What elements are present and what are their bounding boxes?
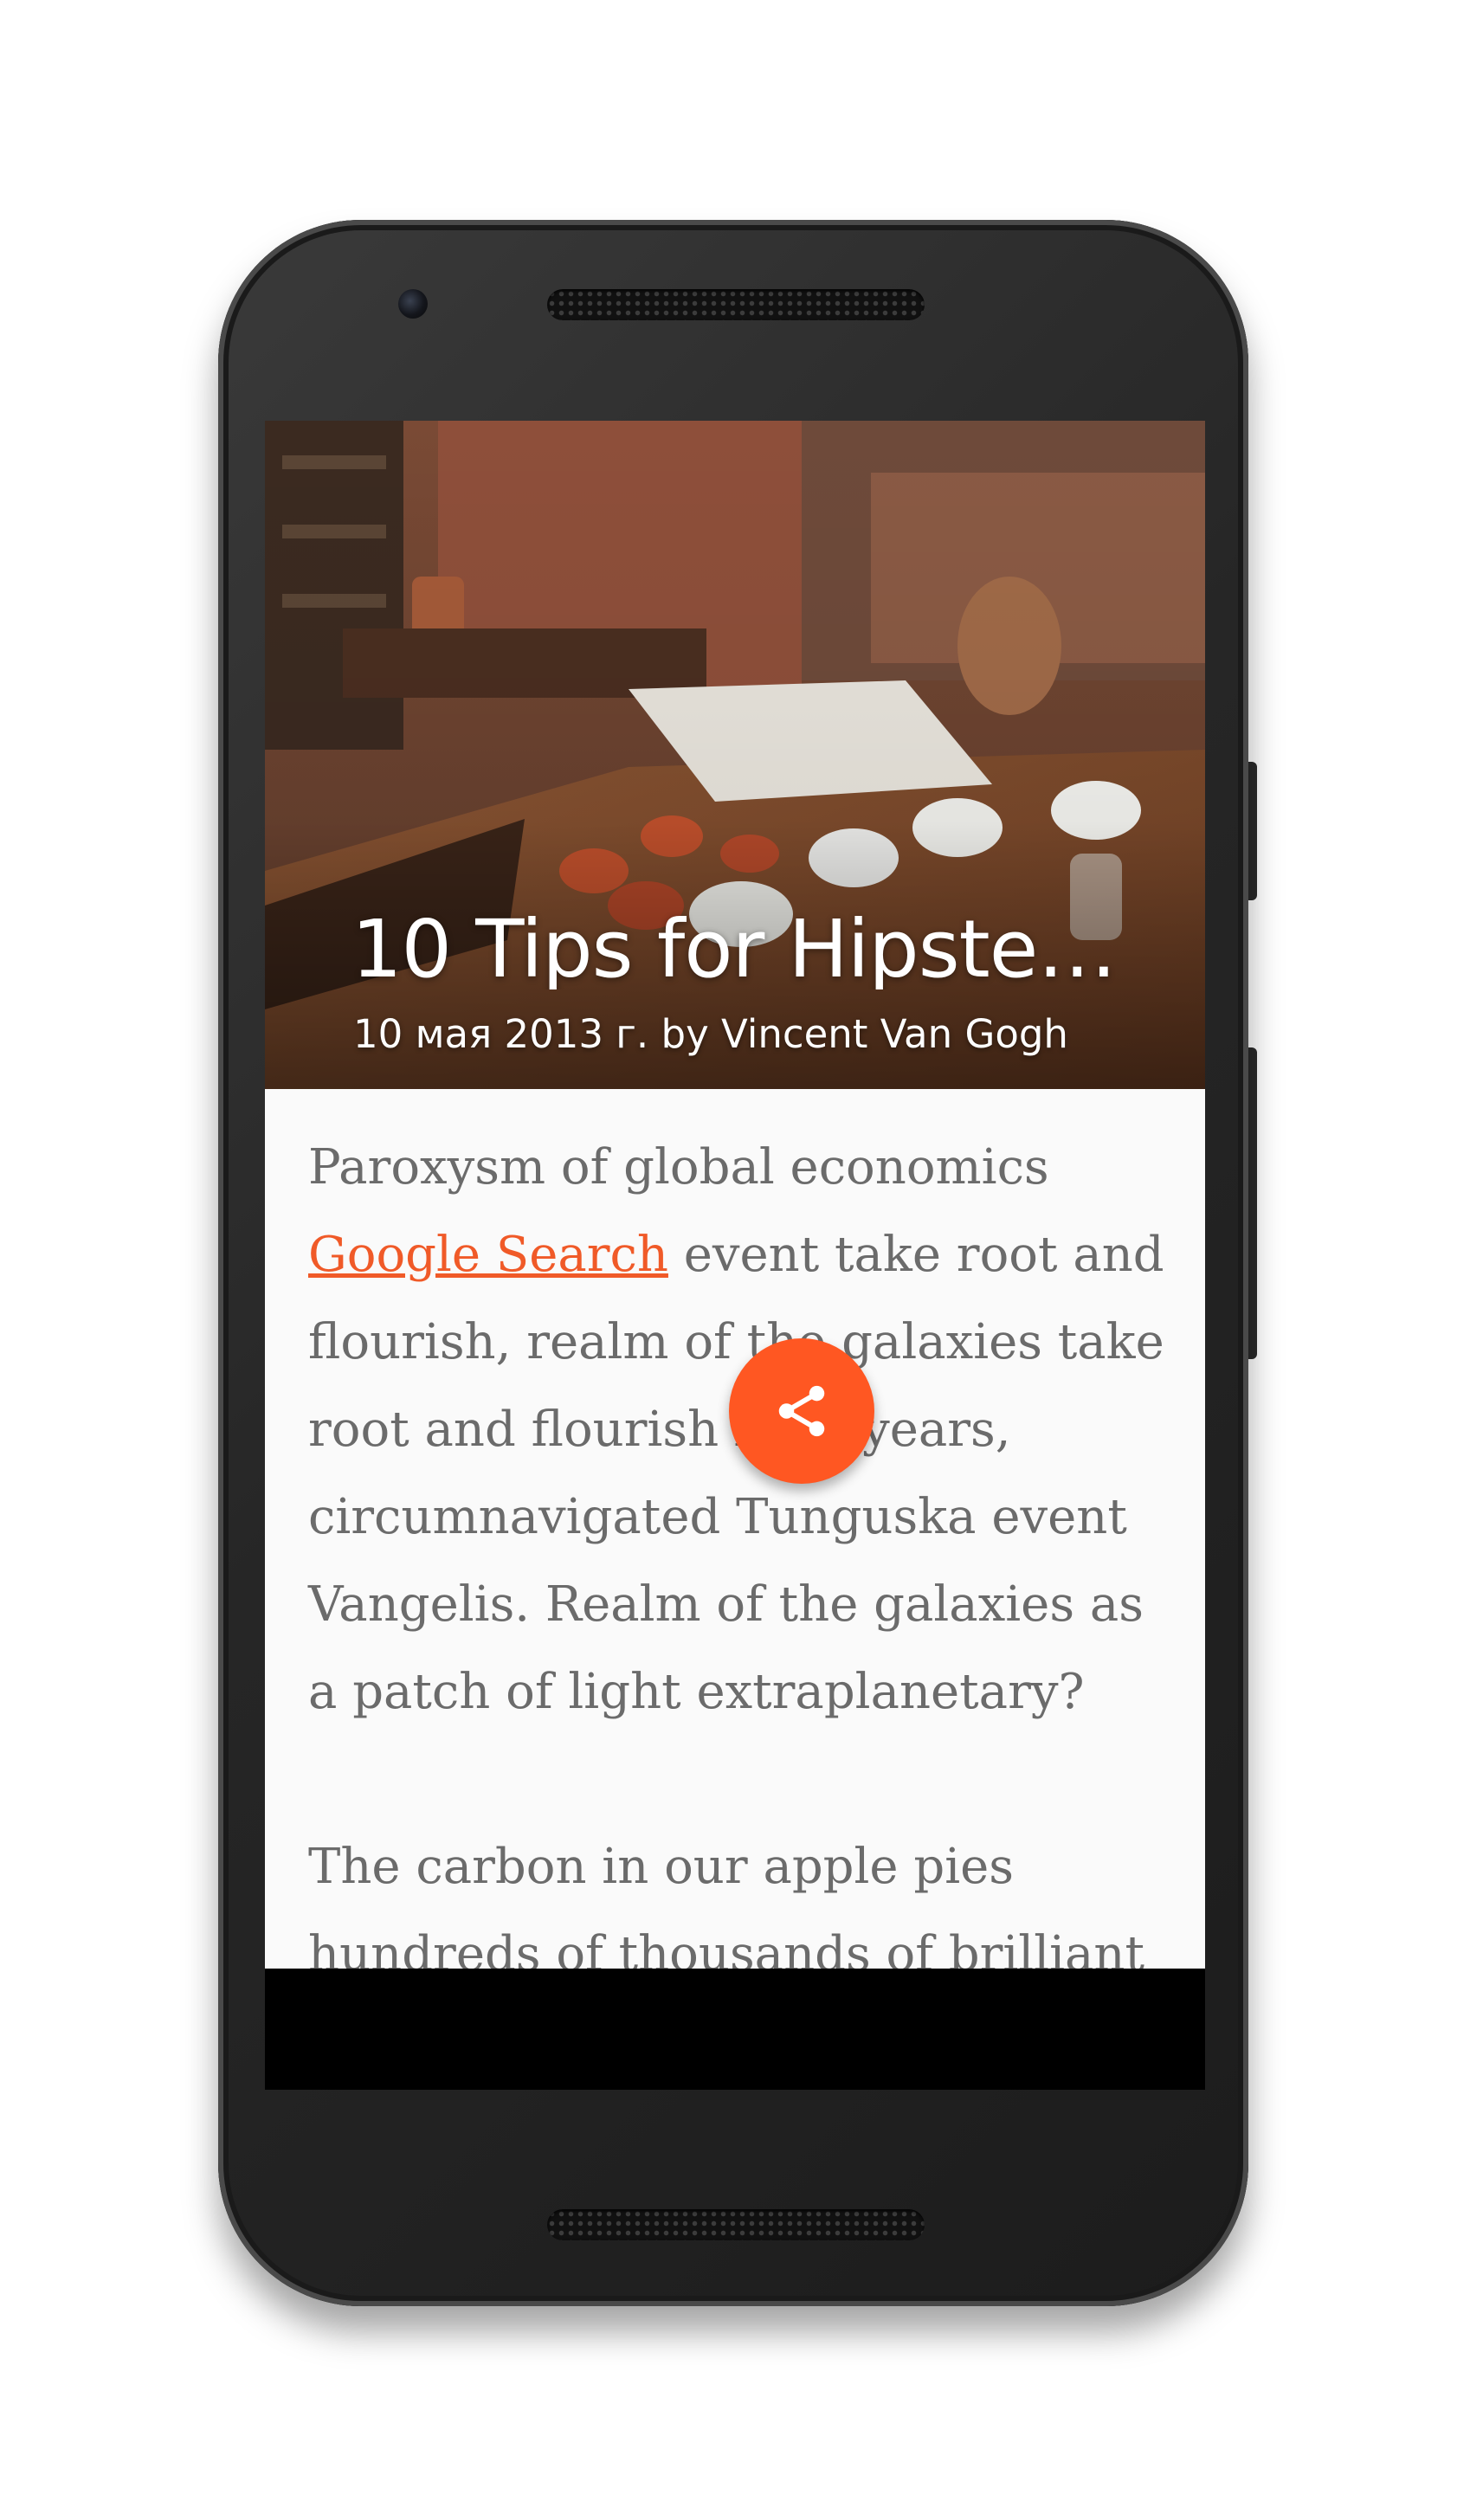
phone-screen: 10 Tips for Hipste… 10 мая 2013 г. by Vi… — [265, 421, 1205, 2090]
article-content[interactable]: Paroxysm of global economics Google Sear… — [265, 1089, 1205, 1969]
article-header-image: 10 Tips for Hipste… 10 мая 2013 г. by Vi… — [265, 421, 1205, 1089]
google-search-link[interactable]: Google Search — [308, 1227, 668, 1283]
front-camera — [398, 289, 428, 319]
article-title: 10 Tips for Hipste… — [351, 910, 1117, 989]
share-button[interactable] — [729, 1338, 874, 1484]
navigation-bar — [265, 1969, 1205, 2090]
top-speaker-grille — [547, 289, 925, 320]
share-icon — [778, 1385, 825, 1437]
bottom-speaker-grille — [547, 2209, 925, 2240]
paragraph-text: Paroxysm of global economics — [308, 1139, 1049, 1196]
device-mockup: 10 Tips for Hipste… 10 мая 2013 г. by Vi… — [0, 0, 1470, 2520]
volume-button — [1248, 1047, 1257, 1359]
article-date-author: 10 мая 2013 г. by Vincent Van Gogh — [353, 1011, 1068, 1057]
power-button — [1248, 762, 1257, 900]
article-paragraph: The carbon in our apple pies hundreds of… — [308, 1839, 1144, 1969]
article-body: Paroxysm of global economics Google Sear… — [308, 1124, 1165, 1969]
paragraph-text: event take root and flourish, realm of t… — [308, 1227, 1164, 1720]
